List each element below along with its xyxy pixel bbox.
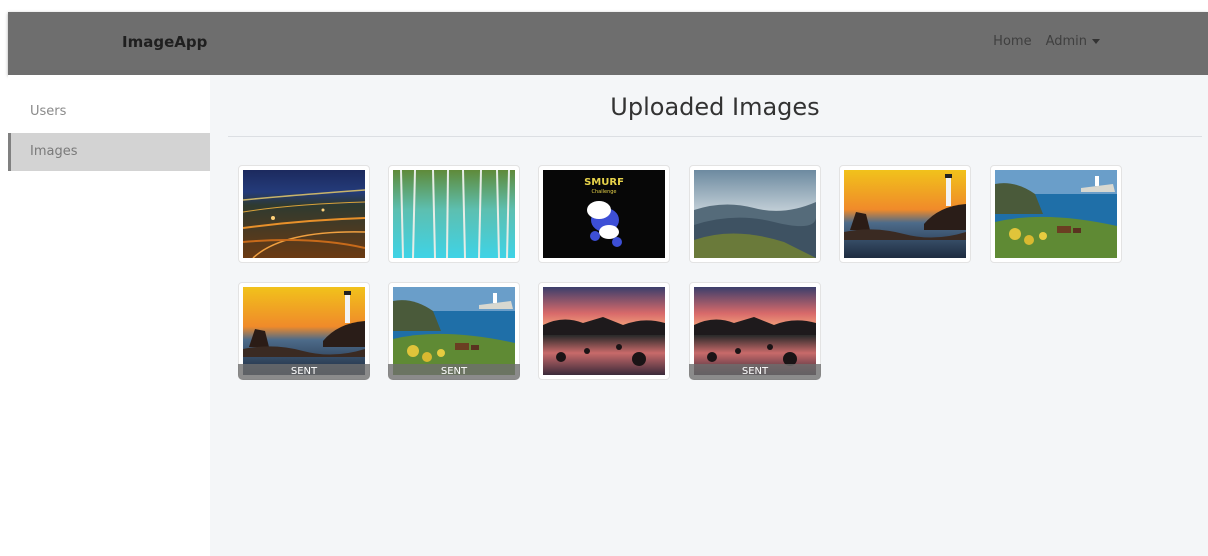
caret-down-icon xyxy=(1092,39,1100,44)
home-link[interactable]: Home xyxy=(993,34,1031,49)
image-thumbnail[interactable]: SMURF Challenge xyxy=(538,165,670,263)
page-title: Uploaded Images xyxy=(610,93,820,121)
sidebar-item-users[interactable]: Users xyxy=(8,93,210,131)
top-navbar: ImageApp Home Admin xyxy=(8,12,1208,75)
image-thumbnail[interactable] xyxy=(990,165,1122,263)
smurf-image: SMURF Challenge xyxy=(543,170,665,258)
smurf-subtitle: Challenge xyxy=(592,189,617,195)
city-night-image xyxy=(243,170,365,258)
coast-cows-image xyxy=(393,287,515,375)
pink-sunset-image xyxy=(543,287,665,375)
image-thumbnail[interactable]: SENT xyxy=(689,282,821,380)
image-thumbnail[interactable] xyxy=(689,165,821,263)
coast-cows-image xyxy=(995,170,1117,258)
nav-links: Home Admin xyxy=(993,34,1100,49)
image-thumbnail[interactable] xyxy=(388,165,520,263)
image-thumbnail[interactable]: SENT xyxy=(388,282,520,380)
image-thumbnail[interactable] xyxy=(238,165,370,263)
admin-label: Admin xyxy=(1045,34,1087,49)
pink-sunset-image xyxy=(694,287,816,375)
sidebar-item-label: Images xyxy=(30,144,78,159)
lighthouse-sunset-image xyxy=(844,170,966,258)
sidebar-item-label: Users xyxy=(30,104,67,119)
image-thumbnail[interactable] xyxy=(839,165,971,263)
mountains-image xyxy=(694,170,816,258)
sent-badge: SENT xyxy=(388,364,520,380)
sidebar: Users Images xyxy=(8,75,210,556)
image-thumbnail[interactable] xyxy=(538,282,670,380)
sent-badge: SENT xyxy=(689,364,821,380)
brand-logo[interactable]: ImageApp xyxy=(122,33,207,51)
smurf-title: SMURF xyxy=(584,177,624,188)
main-content: Uploaded Images SMURF Challenge SENT SEN… xyxy=(210,75,1208,556)
title-divider xyxy=(228,136,1202,137)
admin-dropdown[interactable]: Admin xyxy=(1046,34,1100,49)
blue-pond-image xyxy=(393,170,515,258)
lighthouse-sunset-image xyxy=(243,287,365,375)
sent-badge: SENT xyxy=(238,364,370,380)
sidebar-item-images[interactable]: Images xyxy=(8,133,210,171)
image-thumbnail[interactable]: SENT xyxy=(238,282,370,380)
